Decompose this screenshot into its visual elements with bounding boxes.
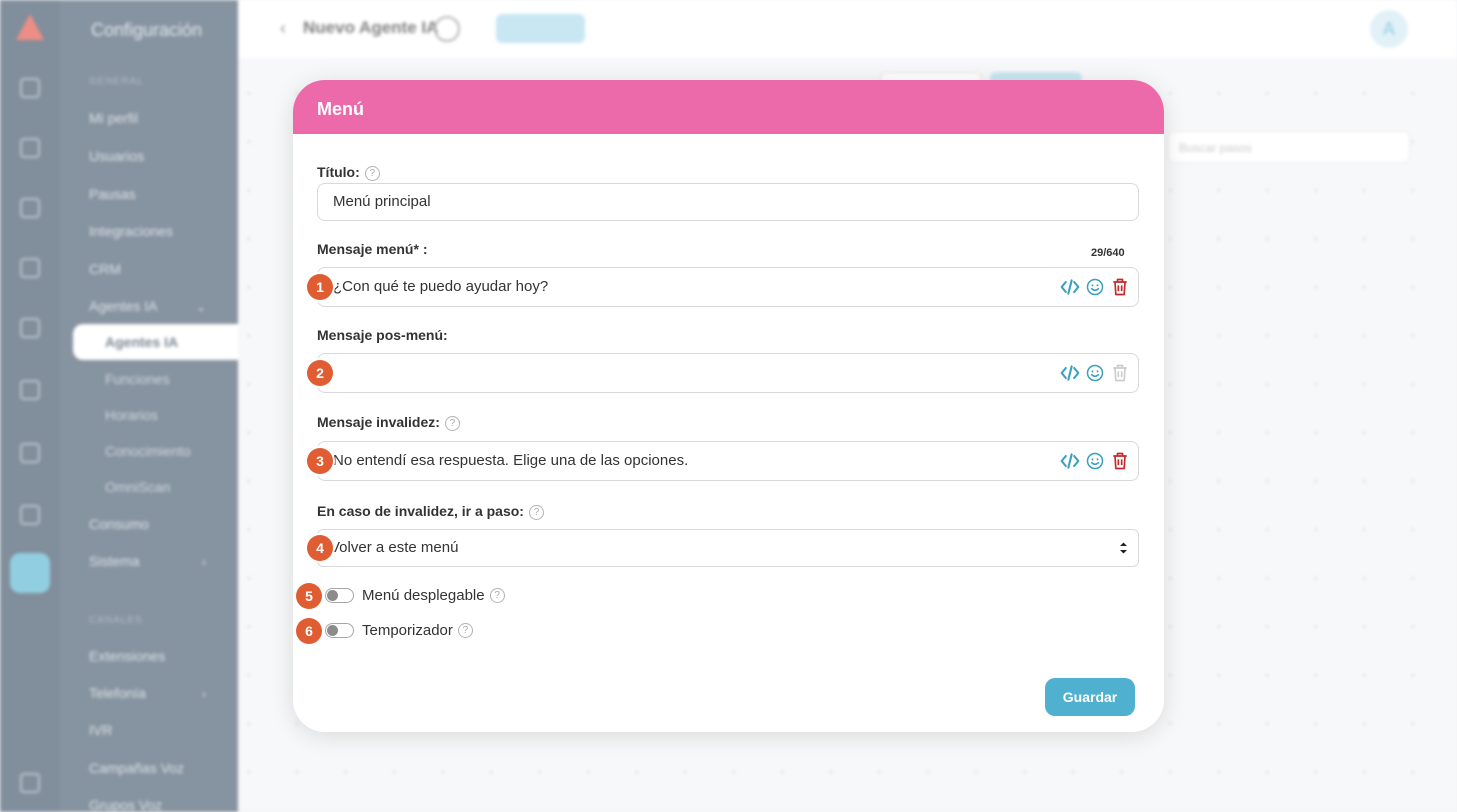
trash-icon[interactable] xyxy=(1110,451,1130,471)
step-badge-5: 5 xyxy=(296,583,322,609)
dropdown-menu-row: Menú desplegable ? xyxy=(325,587,505,604)
title-label: Título:? xyxy=(317,164,380,181)
trash-icon xyxy=(1113,364,1127,382)
dropdown-menu-label: Menú desplegable xyxy=(362,587,485,604)
step-badge-6: 6 xyxy=(296,618,322,644)
menu-message-input[interactable]: 1 ¿Con qué te puedo ayudar hoy? xyxy=(307,267,1139,307)
step-badge-4: 4 xyxy=(307,535,333,561)
help-icon[interactable]: ? xyxy=(489,588,505,603)
modal-title: Menú xyxy=(293,80,1164,134)
title-input-value: Menú principal xyxy=(333,193,431,210)
invalid-goto-select[interactable]: 4 Volver a este menú xyxy=(307,529,1139,567)
menu-message-label: Mensaje menú* : xyxy=(317,241,428,257)
save-button[interactable]: Guardar xyxy=(1045,678,1135,716)
invalid-message-label-row: Mensaje invalidez:? xyxy=(317,414,460,431)
invalid-message-input[interactable]: 3 No entendí esa respuesta. Elige una de… xyxy=(307,441,1139,481)
menu-message-value: ¿Con qué te puedo ayudar hoy? xyxy=(333,278,549,295)
char-counter: 29/640 xyxy=(1091,247,1125,259)
timer-toggle[interactable] xyxy=(325,623,354,638)
help-icon[interactable]: ? xyxy=(528,505,544,520)
menu-step-modal: Menú Título:? Menú principal Mensaje men… xyxy=(293,80,1164,732)
invalid-goto-label: En caso de invalidez, ir a paso: xyxy=(317,503,524,519)
message-tools xyxy=(1060,277,1130,297)
dropdown-menu-toggle[interactable] xyxy=(325,588,354,603)
invalid-message-label: Mensaje invalidez: xyxy=(317,414,440,430)
invalid-goto-label-row: En caso de invalidez, ir a paso:? xyxy=(317,503,544,520)
emoji-icon[interactable] xyxy=(1085,363,1105,383)
post-menu-input[interactable]: 2 xyxy=(307,353,1139,393)
help-icon[interactable]: ? xyxy=(364,166,380,181)
timer-label: Temporizador xyxy=(362,622,453,639)
help-icon[interactable]: ? xyxy=(457,623,473,638)
step-badge-3: 3 xyxy=(307,448,333,474)
title-label-text: Título: xyxy=(317,164,360,180)
emoji-icon[interactable] xyxy=(1085,277,1105,297)
select-caret-icon xyxy=(1120,542,1127,554)
code-icon[interactable] xyxy=(1060,363,1080,383)
title-input[interactable]: Menú principal xyxy=(317,183,1139,221)
help-icon[interactable]: ? xyxy=(444,416,460,431)
message-tools xyxy=(1060,451,1130,471)
step-badge-2: 2 xyxy=(307,360,333,386)
trash-icon[interactable] xyxy=(1110,277,1130,297)
code-icon[interactable] xyxy=(1060,451,1080,471)
message-tools xyxy=(1060,363,1130,383)
post-menu-label: Mensaje pos-menú: xyxy=(317,327,448,343)
invalid-message-value: No entendí esa respuesta. Elige una de l… xyxy=(333,452,689,469)
timer-row: Temporizador ? xyxy=(325,622,473,639)
emoji-icon[interactable] xyxy=(1085,451,1105,471)
step-badge-1: 1 xyxy=(307,274,333,300)
code-icon[interactable] xyxy=(1060,277,1080,297)
invalid-goto-value: Volver a este menú xyxy=(330,539,459,556)
